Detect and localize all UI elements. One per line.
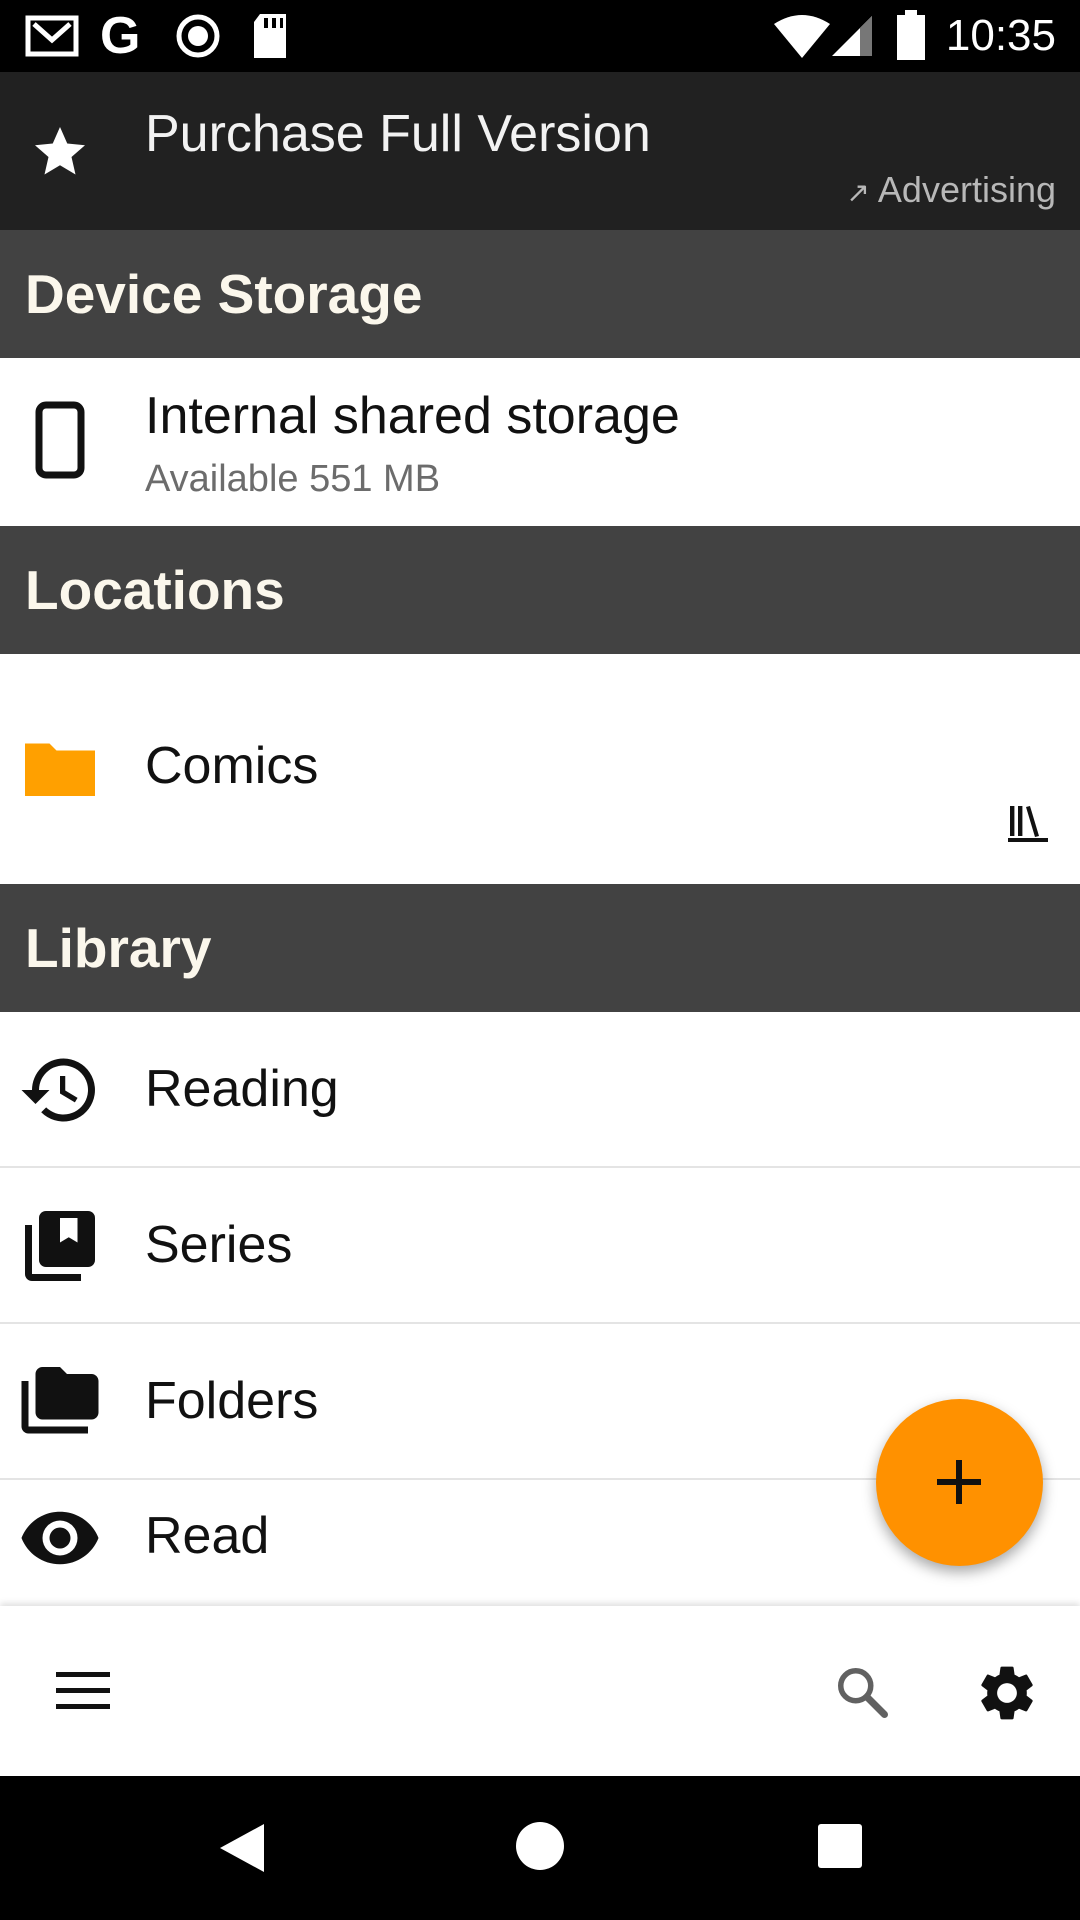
status-bar: G 10:35: [0, 0, 1080, 72]
recents-icon[interactable]: [816, 1822, 864, 1870]
eye-icon: [21, 1511, 99, 1565]
section-title: Library: [25, 917, 212, 979]
folders-icon: [21, 1367, 99, 1434]
add-fab-button[interactable]: [876, 1399, 1043, 1566]
settings-icon[interactable]: [974, 1660, 1040, 1726]
library-label: Read: [145, 1507, 270, 1565]
gmail-icon: [25, 15, 79, 57]
record-icon: [176, 14, 220, 58]
library-label: Folders: [145, 1372, 319, 1430]
series-books-icon: [25, 1211, 95, 1281]
section-header-device-storage: Device Storage: [0, 230, 1080, 358]
section-header-locations: Locations: [0, 526, 1080, 654]
storage-name: Internal shared storage: [145, 387, 680, 445]
sd-card-icon: [254, 14, 286, 58]
folder-icon: [25, 743, 95, 796]
purchase-full-version-row[interactable]: Purchase Full Version ↗ Advertising: [0, 72, 1080, 230]
storage-available: Available 551 MB: [145, 458, 441, 500]
history-icon: [21, 1058, 95, 1122]
location-label: Comics: [145, 737, 319, 795]
battery-icon: [897, 10, 925, 60]
back-icon[interactable]: [214, 1820, 270, 1876]
star-icon: [35, 127, 85, 175]
external-arrow-icon: ↗: [846, 177, 870, 208]
home-icon[interactable]: [514, 1820, 566, 1872]
library-item-reading[interactable]: Reading: [0, 1012, 1080, 1166]
status-time: 10:35: [945, 11, 1056, 60]
library-item-series[interactable]: Series: [0, 1168, 1080, 1322]
promo-title: Purchase Full Version: [145, 105, 651, 163]
advertising-text: Advertising: [877, 169, 1056, 210]
phone-icon: [35, 401, 85, 479]
section-header-library: Library: [0, 884, 1080, 1012]
system-nav-bar: [0, 1776, 1080, 1920]
section-title: Locations: [25, 559, 285, 621]
storage-item-internal[interactable]: Internal shared storage Available 551 MB: [0, 358, 1080, 524]
location-item-comics[interactable]: Comics: [0, 654, 1080, 882]
section-title: Device Storage: [25, 263, 423, 325]
bottom-toolbar: [0, 1606, 1080, 1776]
menu-icon[interactable]: [54, 1666, 114, 1716]
library-shelf-icon[interactable]: [1004, 798, 1052, 846]
library-label: Reading: [145, 1060, 339, 1118]
search-icon[interactable]: [832, 1662, 892, 1722]
plus-icon: [937, 1460, 981, 1504]
library-label: Series: [145, 1216, 293, 1274]
wifi-icon: [774, 15, 830, 58]
advertising-label: ↗ Advertising: [846, 168, 1056, 215]
cell-signal-icon: [832, 16, 872, 56]
google-icon: G: [100, 7, 141, 65]
